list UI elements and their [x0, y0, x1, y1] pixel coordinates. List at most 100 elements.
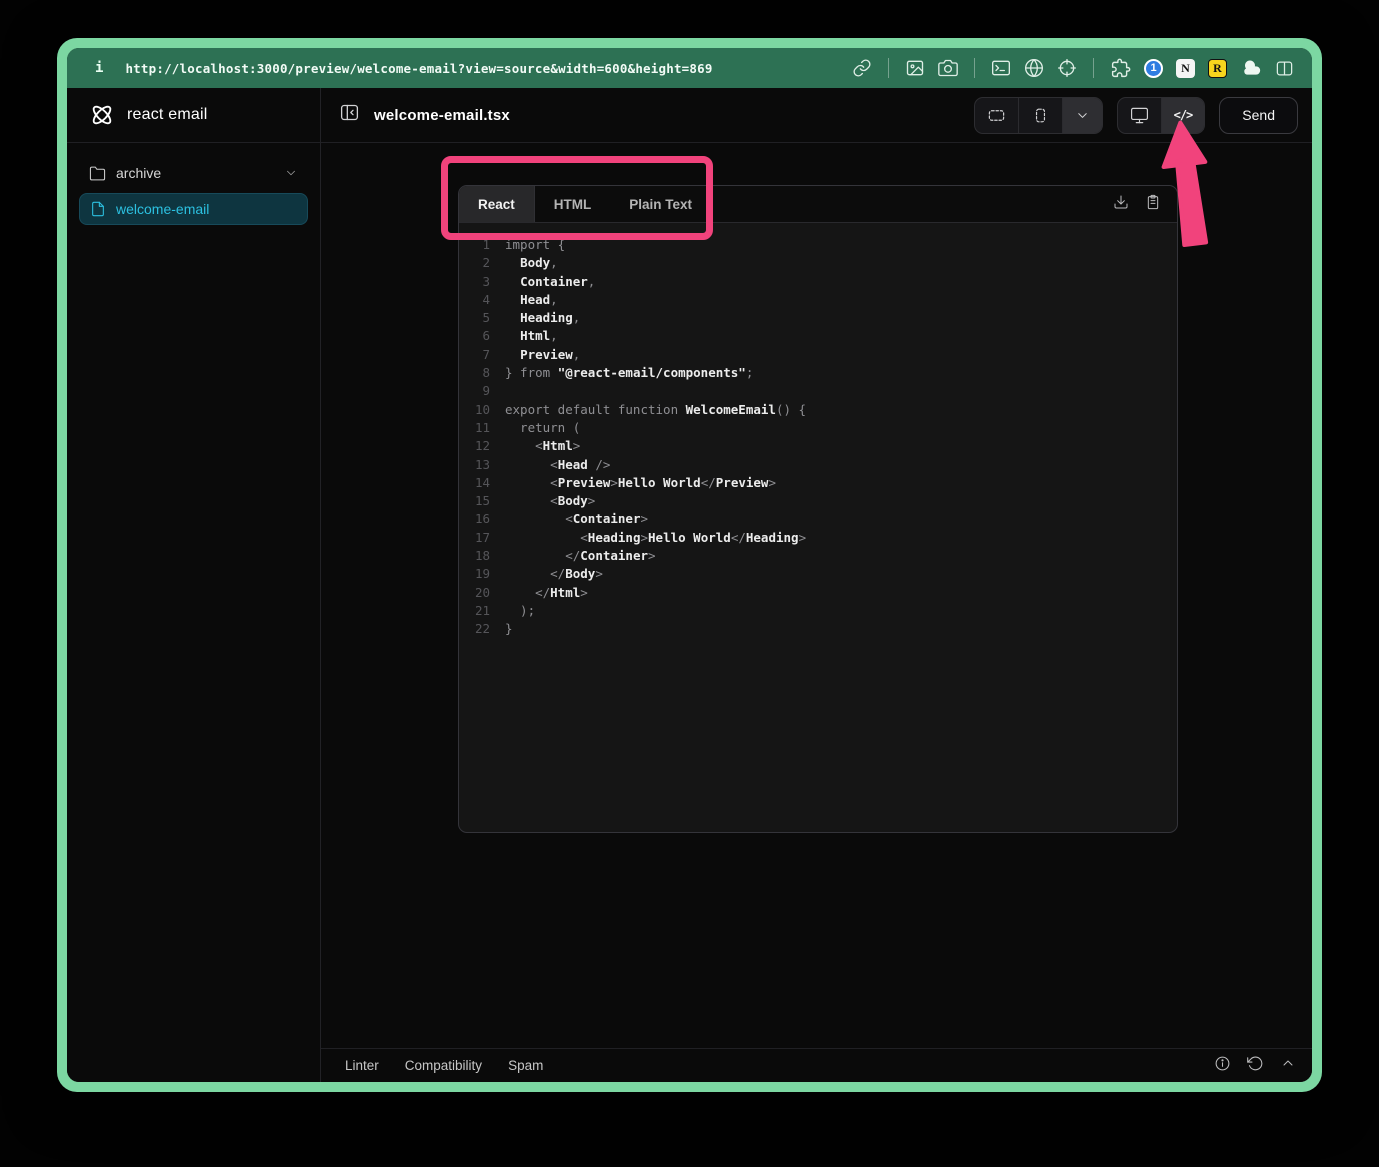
- preview-view-button[interactable]: [1118, 98, 1161, 133]
- line-number: 14: [459, 474, 490, 492]
- tab-plain-text[interactable]: Plain Text: [610, 186, 711, 222]
- source-code-panel: React HTML Plain Text 1import {2 Body,3 …: [458, 185, 1178, 833]
- bottom-toolbar: Linter Compatibility Spam: [321, 1048, 1312, 1082]
- line-number: 21: [459, 602, 490, 620]
- code-line: 8} from "@react-email/components";: [459, 364, 1177, 382]
- toolbar-divider: [974, 58, 975, 78]
- code-line: 3 Container,: [459, 273, 1177, 291]
- file-icon: [90, 201, 106, 217]
- code-line: 17 <Heading>Hello World</Heading>: [459, 529, 1177, 547]
- desktop-background: i http://localhost:3000/preview/welcome-…: [0, 0, 1379, 1167]
- url-text[interactable]: http://localhost:3000/preview/welcome-em…: [125, 61, 852, 76]
- code-line: 22}: [459, 620, 1177, 638]
- code-line: 20 </Html>: [459, 584, 1177, 602]
- refresh-icon[interactable]: [1247, 1055, 1264, 1077]
- browser-toolbar-icons: 1 N R: [852, 58, 1294, 79]
- line-number: 1: [459, 236, 490, 254]
- info-icon[interactable]: [1214, 1055, 1231, 1077]
- code-line: 11 return (: [459, 419, 1177, 437]
- code-line: 1import {: [459, 236, 1177, 254]
- code-line: 9: [459, 382, 1177, 400]
- split-view-icon[interactable]: [1275, 59, 1294, 78]
- line-number: 11: [459, 419, 490, 437]
- linter-tab[interactable]: Linter: [345, 1058, 379, 1073]
- desktop-width-button[interactable]: [975, 98, 1018, 133]
- line-number: 13: [459, 456, 490, 474]
- r-extension-icon[interactable]: R: [1208, 59, 1227, 78]
- screenshot-image-icon[interactable]: [905, 58, 925, 78]
- code-line: 19 </Body>: [459, 565, 1177, 583]
- line-number: 5: [459, 309, 490, 327]
- code-line: 18 </Container>: [459, 547, 1177, 565]
- notion-extension-icon[interactable]: N: [1176, 59, 1195, 78]
- line-number: 18: [459, 547, 490, 565]
- line-number: 2: [459, 254, 490, 272]
- code-tabbar: React HTML Plain Text: [459, 186, 1177, 223]
- viewport-dropdown-button[interactable]: [1062, 98, 1102, 133]
- line-number: 22: [459, 620, 490, 638]
- toolbar-divider: [888, 58, 889, 78]
- line-number: 12: [459, 437, 490, 455]
- cloud-icon[interactable]: [1240, 58, 1262, 78]
- line-number: 19: [459, 565, 490, 583]
- tab-html[interactable]: HTML: [535, 186, 611, 222]
- tab-react[interactable]: React: [459, 186, 535, 222]
- download-icon[interactable]: [1113, 194, 1129, 215]
- crosshair-icon[interactable]: [1057, 58, 1077, 78]
- line-number: 17: [459, 529, 490, 547]
- content-area: React HTML Plain Text 1import {2 Body,3 …: [321, 143, 1312, 1048]
- code-line: 7 Preview,: [459, 346, 1177, 364]
- sidebar-item-label: archive: [116, 165, 161, 181]
- line-number: 6: [459, 327, 490, 345]
- page-info-icon[interactable]: i: [95, 60, 103, 76]
- code-line: 21 );: [459, 602, 1177, 620]
- view-mode-toggle: </>: [1117, 97, 1206, 134]
- sidebar-item-label: welcome-email: [116, 201, 209, 217]
- line-number: 16: [459, 510, 490, 528]
- viewport-size-control: [974, 97, 1103, 134]
- line-number: 4: [459, 291, 490, 309]
- react-email-knot-icon: [89, 102, 115, 128]
- extensions-puzzle-icon[interactable]: [1110, 58, 1131, 79]
- sidebar-toggle-icon[interactable]: [339, 102, 360, 128]
- source-code-view-button[interactable]: </>: [1161, 98, 1205, 133]
- folder-icon: [89, 165, 106, 182]
- link-icon[interactable]: [852, 58, 872, 78]
- code-line: 4 Head,: [459, 291, 1177, 309]
- sidebar-item-welcome-email[interactable]: welcome-email: [79, 193, 308, 225]
- code-line: 14 <Preview>Hello World</Preview>: [459, 474, 1177, 492]
- code-line: 2 Body,: [459, 254, 1177, 272]
- email-nav: archive welcome-email: [67, 143, 320, 239]
- main-header: welcome-email.tsx </> Send: [321, 88, 1312, 143]
- camera-icon[interactable]: [938, 58, 958, 78]
- code-line: 16 <Container>: [459, 510, 1177, 528]
- header-actions: </> Send: [974, 97, 1298, 134]
- document-title: welcome-email.tsx: [374, 107, 510, 124]
- app-logo-text: react email: [127, 106, 207, 124]
- mobile-width-button[interactable]: [1018, 98, 1062, 133]
- code-lines: 1import {2 Body,3 Container,4 Head,5 Hea…: [459, 236, 1177, 639]
- line-number: 20: [459, 584, 490, 602]
- code-line: 5 Heading,: [459, 309, 1177, 327]
- spam-tab[interactable]: Spam: [508, 1058, 543, 1073]
- code-line: 15 <Body>: [459, 492, 1177, 510]
- copy-clipboard-icon[interactable]: [1145, 194, 1161, 215]
- collapse-panel-chevron-up-icon[interactable]: [1280, 1055, 1296, 1076]
- compatibility-tab[interactable]: Compatibility: [405, 1058, 482, 1073]
- sidebar-item-archive[interactable]: archive: [79, 157, 308, 189]
- line-number: 10: [459, 401, 490, 419]
- code-editor[interactable]: 1import {2 Body,3 Container,4 Head,5 Hea…: [459, 223, 1177, 832]
- sidebar: react email archive welcome-email: [67, 88, 321, 1082]
- onepassword-extension-icon[interactable]: 1: [1144, 59, 1163, 78]
- browser-url-bar: i http://localhost:3000/preview/welcome-…: [67, 48, 1312, 88]
- code-line: 10export default function WelcomeEmail()…: [459, 401, 1177, 419]
- line-number: 7: [459, 346, 490, 364]
- globe-icon[interactable]: [1024, 58, 1044, 78]
- chevron-down-icon[interactable]: [284, 166, 298, 180]
- send-button[interactable]: Send: [1219, 97, 1298, 134]
- main-panel: welcome-email.tsx </> Send: [321, 88, 1312, 1082]
- toolbar-divider: [1093, 58, 1094, 78]
- terminal-icon[interactable]: [991, 58, 1011, 78]
- line-number: 8: [459, 364, 490, 382]
- app-logo[interactable]: react email: [67, 88, 320, 143]
